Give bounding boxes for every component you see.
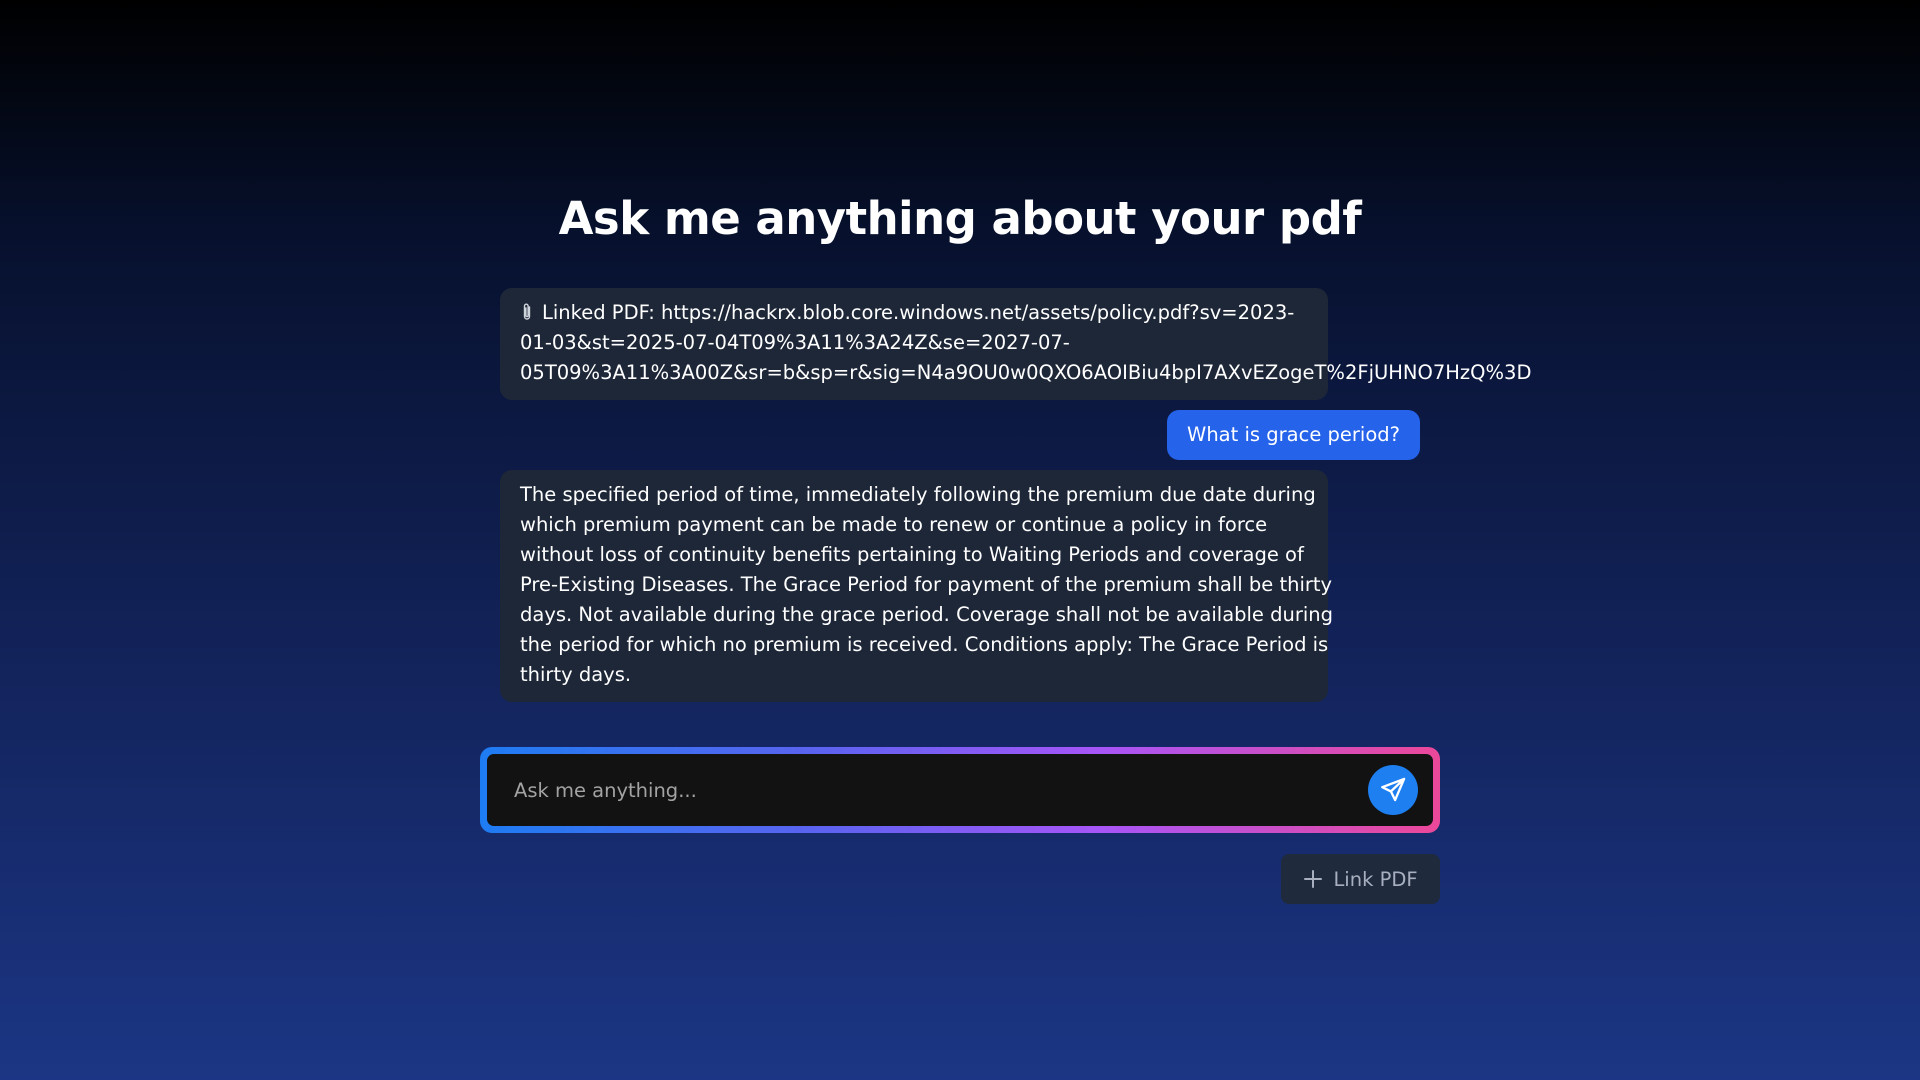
- linked-pdf-message: Linked PDF: https://hackrx.blob.core.win…: [500, 288, 1532, 400]
- linked-pdf-line-2: 01-03&st=2025-07-04T09%3A11%3A24Z&se=202…: [520, 331, 1070, 354]
- linked-pdf-line-1: Linked PDF: https://hackrx.blob.core.win…: [542, 301, 1295, 324]
- bot-message-line: which premium payment can be made to ren…: [520, 513, 1268, 536]
- link-pdf-label: Link PDF: [1333, 867, 1418, 891]
- bot-message-line: Pre-Existing Diseases. The Grace Period …: [520, 573, 1333, 596]
- chat-input-container: [480, 747, 1440, 833]
- send-icon: [1381, 777, 1406, 802]
- chat-area: Linked PDF: https://hackrx.blob.core.win…: [500, 288, 1532, 702]
- user-message: What is grace period?: [1167, 410, 1420, 460]
- bot-message-line: days. Not available during the grace per…: [520, 603, 1334, 626]
- paperclip-icon: [523, 303, 531, 320]
- bot-message-line: the period for which no premium is recei…: [520, 633, 1329, 656]
- chat-input-inner: [487, 754, 1433, 826]
- bot-message-line: The specified period of time, immediatel…: [520, 483, 1316, 506]
- chat-input[interactable]: [512, 777, 1368, 803]
- user-message-row: What is grace period?: [500, 410, 1420, 460]
- bot-message-line: thirty days.: [520, 663, 632, 686]
- link-pdf-button[interactable]: Link PDF: [1281, 854, 1440, 904]
- linked-pdf-line-3: 05T09%3A11%3A00Z&sr=b&sp=r&sig=N4a9OU0w0…: [520, 361, 1532, 384]
- send-button[interactable]: [1368, 765, 1418, 815]
- bot-message: The specified period of time, immediatel…: [500, 470, 1334, 702]
- plus-icon: [1304, 870, 1323, 888]
- bot-message-line: without loss of continuity benefits pert…: [520, 543, 1304, 566]
- page-title: Ask me anything about your pdf: [558, 192, 1362, 245]
